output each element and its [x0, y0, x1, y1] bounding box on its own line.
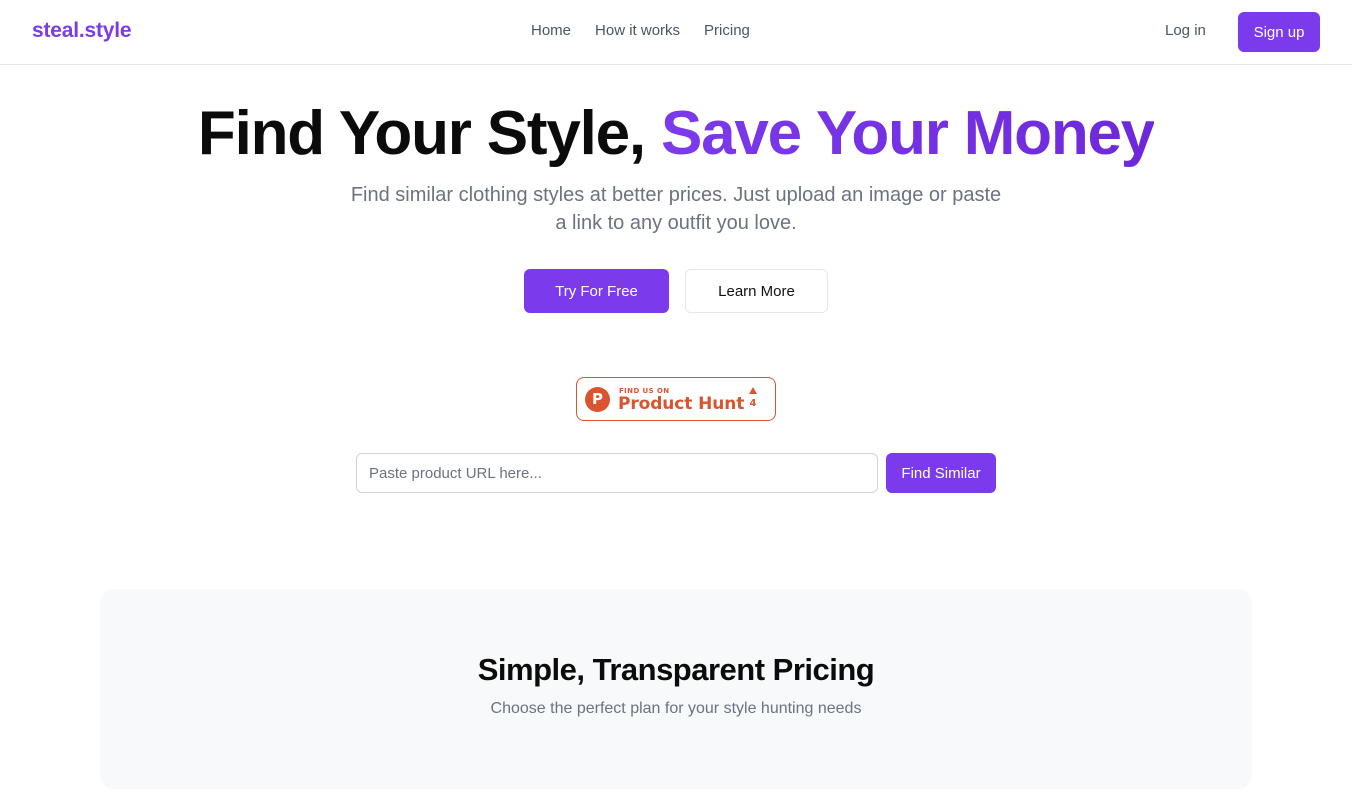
find-similar-button[interactable]: Find Similar: [886, 453, 996, 493]
product-hunt-name: Product Hunt: [618, 394, 745, 414]
top-navigation-bar: steal.style Home How it works Pricing Lo…: [0, 0, 1352, 65]
nav-link-pricing[interactable]: Pricing: [704, 22, 750, 39]
nav-link-how-it-works[interactable]: How it works: [595, 22, 680, 39]
hero-title-accent: Save Your Money: [660, 99, 1155, 168]
product-hunt-upvote-count: 4: [749, 398, 757, 409]
signup-button[interactable]: Sign up: [1238, 12, 1320, 52]
product-url-input[interactable]: [356, 453, 878, 493]
product-hunt-logo-icon: P: [585, 387, 610, 412]
learn-more-button[interactable]: Learn More: [685, 269, 828, 313]
triangle-up-icon: [749, 387, 757, 394]
nav-link-home[interactable]: Home: [531, 22, 571, 39]
pricing-section: Simple, Transparent Pricing Choose the p…: [100, 589, 1252, 789]
hero-title: Find Your Style, Save Your Money: [0, 98, 1352, 169]
try-for-free-button[interactable]: Try For Free: [524, 269, 669, 313]
product-hunt-badge[interactable]: P FIND US ON Product Hunt 4: [576, 377, 776, 421]
hero-title-plain: Find Your Style,: [197, 99, 661, 168]
pricing-subtitle: Choose the perfect plan for your style h…: [490, 700, 862, 717]
primary-nav: Home How it works Pricing: [531, 22, 750, 39]
pricing-title: Simple, Transparent Pricing: [477, 652, 875, 687]
brand-logo-link[interactable]: steal.style: [32, 19, 132, 43]
hero-subtitle: Find similar clothing styles at better p…: [350, 184, 1002, 234]
product-hunt-logo-letter: P: [592, 390, 603, 408]
login-link[interactable]: Log in: [1165, 22, 1206, 39]
